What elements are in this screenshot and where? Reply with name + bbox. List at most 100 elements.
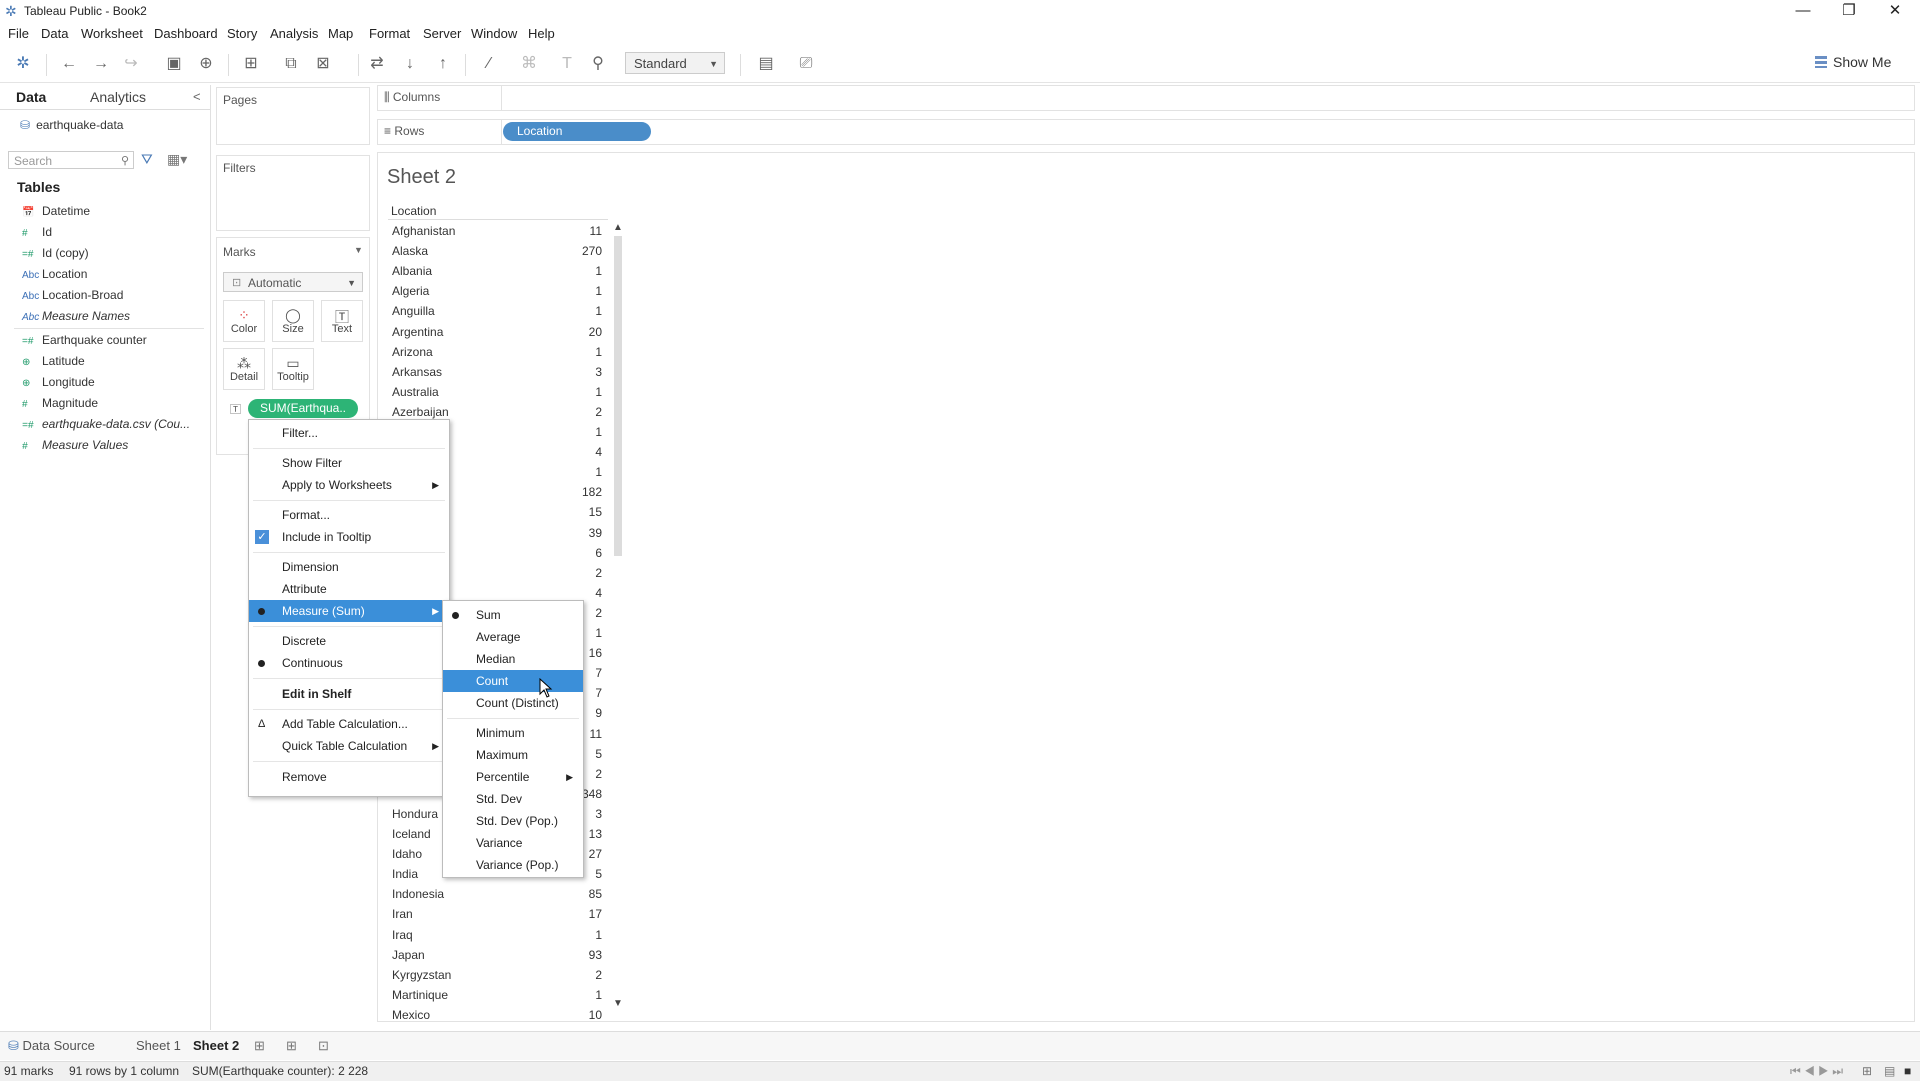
- new-story-tab-icon[interactable]: ⊡: [318, 1038, 329, 1054]
- field-record-count[interactable]: =# earthquake-data.csv (Cou...: [22, 415, 190, 433]
- tab-analytics[interactable]: Analytics: [90, 89, 146, 105]
- filmstrip-icon[interactable]: ▤: [1884, 1064, 1895, 1078]
- datasource-item[interactable]: ⛁ earthquake-data: [20, 118, 123, 132]
- redo-icon[interactable]: →: [90, 54, 112, 74]
- tabs-view-icon[interactable]: ■: [1904, 1064, 1911, 1078]
- sheet-sorter-icon[interactable]: ⊞: [1862, 1064, 1872, 1078]
- row-label[interactable]: Hondura: [392, 807, 438, 821]
- presentation-icon[interactable]: ⎚: [795, 54, 817, 74]
- menu-item-dimension[interactable]: Dimension: [249, 556, 449, 578]
- field-id[interactable]: # Id: [22, 223, 52, 241]
- show-cards-icon[interactable]: ▤: [755, 54, 777, 74]
- submenu-item-std-dev[interactable]: Std. Dev: [443, 788, 583, 810]
- duplicate-sheet-icon[interactable]: ⧉: [280, 54, 302, 74]
- menu-item-filter[interactable]: Filter...: [249, 422, 449, 444]
- text-button[interactable]: 🅃 Text: [321, 300, 363, 342]
- row-value[interactable]: 270: [548, 244, 602, 258]
- menu-item-show-filter[interactable]: Show Filter: [249, 452, 449, 474]
- tab-sheet-2[interactable]: Sheet 2: [193, 1038, 239, 1053]
- submenu-item-maximum[interactable]: Maximum: [443, 744, 583, 766]
- menu-data[interactable]: Data: [41, 26, 68, 41]
- menu-dashboard[interactable]: Dashboard: [154, 26, 218, 41]
- field-measure-names[interactable]: Abc Measure Names: [22, 307, 130, 325]
- menu-format[interactable]: Format: [369, 26, 410, 41]
- clear-sheet-icon[interactable]: ⊠: [312, 54, 334, 74]
- sheet-nav-icons[interactable]: ⏮ ◀ ▶ ⏭: [1790, 1064, 1843, 1079]
- row-label[interactable]: Arkansas: [392, 365, 442, 379]
- new-datasource-icon[interactable]: ⊕: [195, 54, 217, 74]
- scroll-down-icon[interactable]: ▼: [612, 998, 624, 1009]
- row-value[interactable]: 1: [548, 465, 602, 479]
- view-scrollbar[interactable]: ▲ ▼: [612, 222, 624, 1012]
- search-input[interactable]: Search ⚲: [8, 151, 134, 169]
- row-value[interactable]: 10: [548, 1008, 602, 1022]
- submenu-item-std-dev-pop[interactable]: Std. Dev (Pop.): [443, 810, 583, 832]
- menu-map[interactable]: Map: [328, 26, 353, 41]
- row-value[interactable]: 1: [548, 928, 602, 942]
- show-me-button[interactable]: Show Me: [1815, 54, 1891, 70]
- tab-data[interactable]: Data: [16, 89, 46, 105]
- menu-worksheet[interactable]: Worksheet: [81, 26, 143, 41]
- row-value[interactable]: 1: [548, 385, 602, 399]
- menu-item-continuous[interactable]: Continuous: [249, 652, 449, 674]
- row-label[interactable]: Mexico: [392, 1008, 430, 1022]
- field-datetime[interactable]: 📅 Datetime: [22, 202, 90, 220]
- columns-shelf[interactable]: ⫼ Columns: [377, 85, 1915, 111]
- row-label[interactable]: Afghanistan: [392, 224, 455, 238]
- submenu-item-percentile[interactable]: Percentile ▶: [443, 766, 583, 788]
- save-icon[interactable]: ▣: [163, 54, 185, 74]
- row-label[interactable]: India: [392, 867, 418, 881]
- menu-analysis[interactable]: Analysis: [270, 26, 318, 41]
- row-value[interactable]: 1: [548, 425, 602, 439]
- row-label[interactable]: Australia: [392, 385, 439, 399]
- filter-icon[interactable]: ⛛: [141, 151, 153, 168]
- row-value[interactable]: 4: [548, 445, 602, 459]
- row-label[interactable]: Kyrgyzstan: [392, 968, 451, 982]
- new-dashboard-tab-icon[interactable]: ⊞: [286, 1038, 297, 1054]
- tableau-home-icon[interactable]: ✲: [12, 54, 34, 74]
- new-worksheet-tab-icon[interactable]: ⊞: [254, 1038, 265, 1054]
- marks-measure-pill[interactable]: SUM(Earthqua..: [248, 399, 358, 418]
- row-value[interactable]: 3: [548, 365, 602, 379]
- row-value[interactable]: 1: [548, 345, 602, 359]
- menu-item-add-table-calculation[interactable]: Δ Add Table Calculation...: [249, 713, 449, 735]
- restore-icon[interactable]: ❐: [1826, 0, 1872, 22]
- menu-item-quick-table-calculation[interactable]: Quick Table Calculation ▶: [249, 735, 449, 757]
- row-label[interactable]: Anguilla: [392, 304, 435, 318]
- menu-file[interactable]: File: [8, 26, 29, 41]
- row-label[interactable]: Iceland: [392, 827, 431, 841]
- field-longitude[interactable]: ⊕ Longitude: [22, 373, 95, 391]
- marks-card-menu-icon[interactable]: ▼: [354, 245, 363, 255]
- row-label[interactable]: Algeria: [392, 284, 429, 298]
- fit-select[interactable]: Standard ▼: [625, 52, 725, 74]
- new-worksheet-icon[interactable]: ⊞: [240, 54, 262, 74]
- highlight-icon[interactable]: ∕: [478, 54, 500, 74]
- labels-icon[interactable]: T: [556, 54, 578, 74]
- menu-item-discrete[interactable]: Discrete: [249, 630, 449, 652]
- submenu-item-minimum[interactable]: Minimum: [443, 722, 583, 744]
- menu-window[interactable]: Window: [471, 26, 517, 41]
- row-value[interactable]: 2: [548, 968, 602, 982]
- row-label[interactable]: Alaska: [392, 244, 428, 258]
- row-label[interactable]: Argentina: [392, 325, 443, 339]
- close-icon[interactable]: ✕: [1872, 0, 1918, 22]
- row-value[interactable]: 1: [548, 284, 602, 298]
- tab-data-source[interactable]: ⛁ Data Source: [8, 1038, 95, 1054]
- row-value[interactable]: 6: [548, 546, 602, 560]
- menu-item-include-in-tooltip[interactable]: ✓ Include in Tooltip: [249, 526, 449, 548]
- rows-location-pill[interactable]: Location: [503, 122, 651, 141]
- menu-item-format[interactable]: Format...: [249, 504, 449, 526]
- field-location[interactable]: Abc Location: [22, 265, 87, 283]
- swap-icon[interactable]: ⇄: [366, 54, 388, 74]
- row-label[interactable]: Arizona: [392, 345, 433, 359]
- field-measure-values[interactable]: # Measure Values: [22, 436, 128, 454]
- row-value[interactable]: 11: [548, 224, 602, 238]
- submenu-item-count[interactable]: Count: [443, 670, 583, 692]
- submenu-item-median[interactable]: Median: [443, 648, 583, 670]
- row-value[interactable]: 2: [548, 405, 602, 419]
- mark-type-select[interactable]: ⊡ Automatic ▼: [223, 272, 363, 292]
- row-label[interactable]: Albania: [392, 264, 432, 278]
- submenu-item-sum[interactable]: Sum: [443, 604, 583, 626]
- sort-ascending-icon[interactable]: ↓: [399, 54, 421, 74]
- menu-item-measure-sum[interactable]: Measure (Sum) ▶: [249, 600, 449, 622]
